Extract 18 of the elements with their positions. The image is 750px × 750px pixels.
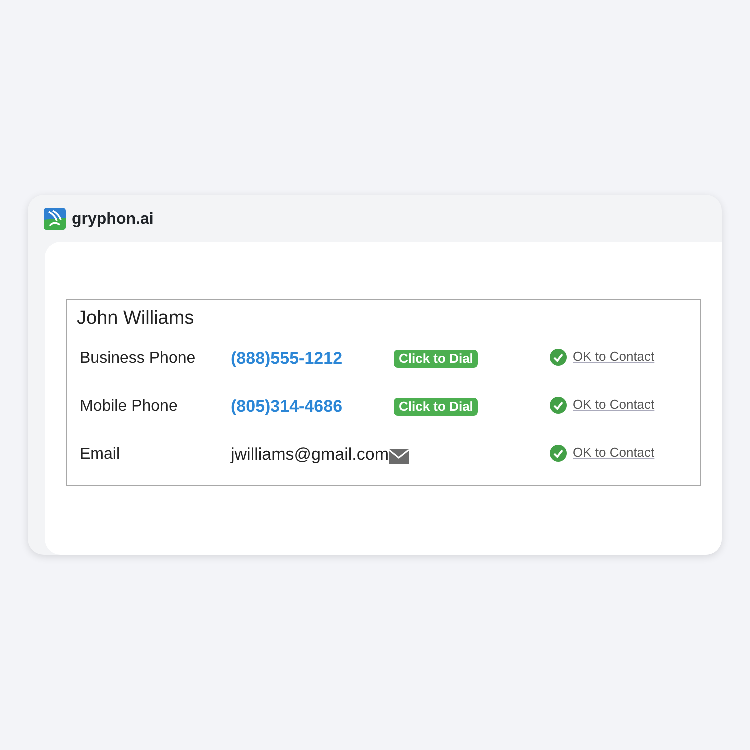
check-icon [550,444,567,462]
brand-name: gryphon.ai [72,210,154,230]
field-label: Mobile Phone [80,397,179,417]
email-address: jwilliams@gmail.com [231,444,389,466]
click-to-dial-button[interactable]: Click to Dial [394,350,478,368]
click-to-dial-button[interactable]: Click to Dial [394,398,478,416]
check-icon [550,396,567,414]
field-label: Business Phone [80,349,197,369]
ok-to-contact-link[interactable]: OK to Contact [573,347,655,367]
field-label: Email [80,445,122,465]
check-icon [550,348,567,366]
contact-name: John Williams [77,307,196,331]
envelope-icon[interactable] [389,448,409,464]
phone-link[interactable]: (805)314-4686 [231,394,343,420]
ok-to-contact-link[interactable]: OK to Contact [573,395,655,415]
phone-link[interactable]: (888)555-1212 [231,346,343,372]
ok-to-contact-link[interactable]: OK to Contact [573,443,655,463]
logo-icon [44,208,66,230]
